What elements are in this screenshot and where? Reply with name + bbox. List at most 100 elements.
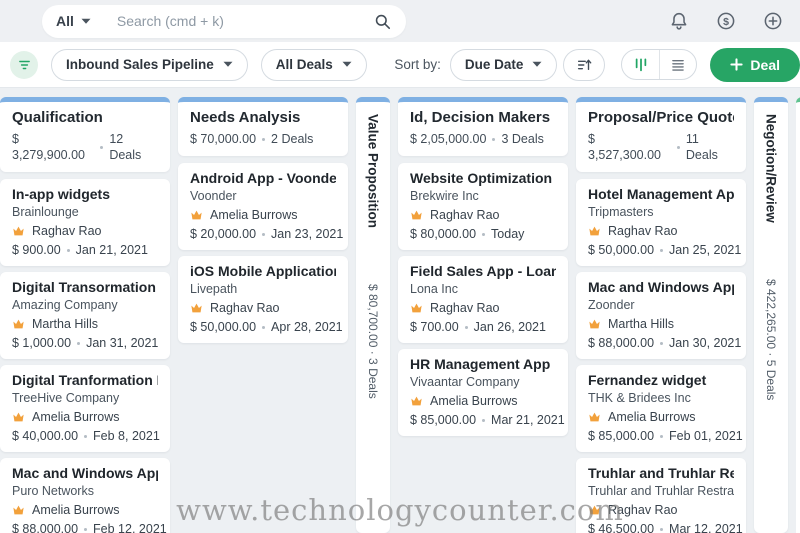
currency-icon[interactable]: $ <box>715 10 737 32</box>
deal-company: Livepath <box>190 282 238 296</box>
crown-icon <box>191 303 202 313</box>
deal-owner: Raghav Rao <box>410 207 556 223</box>
svg-text:$: $ <box>723 16 729 28</box>
deal-company: Amazing Company <box>12 298 118 312</box>
deal-amount-row: $ 20,000.00 Jan 23, 2021 <box>190 227 343 242</box>
bell-icon[interactable] <box>668 10 690 32</box>
crown-icon <box>411 210 422 220</box>
deal-company: TreeHive Company <box>12 391 120 405</box>
column-header[interactable]: Proposal/Price Quote $ 3,527,300.00 11 Dea… <box>576 97 746 172</box>
deal-owner: Martha Hills <box>12 316 158 332</box>
deal-card[interactable]: Website Optimization Pr... Brekwire Inc Ra… <box>398 163 568 250</box>
deal-card[interactable]: Mac and Windows App f... Puro Networks Ame… <box>0 458 170 533</box>
deal-owner-name: Amelia Burrows <box>32 503 120 517</box>
deal-due-date: Feb 8, 2021 <box>93 429 160 443</box>
global-search-box[interactable]: All <box>42 4 406 38</box>
dot-separator <box>262 137 266 141</box>
dot-separator <box>100 145 104 149</box>
deal-owner-name: Amelia Burrows <box>608 410 696 424</box>
deal-card[interactable]: Fernandez widget THK & Bridees Inc Amelia … <box>576 365 746 452</box>
deal-amount: $ 40,000.00 <box>12 429 79 443</box>
deal-due-date: Feb 01, 2021 <box>669 429 743 443</box>
kanban-view-icon <box>635 58 647 72</box>
kanban-column: Id, Decision Makers $ 2,05,000.00 3 Deals W… <box>398 97 568 533</box>
sort-field-dropdown[interactable]: Due Date <box>449 48 558 81</box>
pipeline-filter-label: Inbound Sales Pipeline <box>66 57 214 72</box>
deal-amount: $ 85,000.00 <box>588 429 655 443</box>
crown-icon <box>589 319 600 329</box>
card-list: Hotel Management App Tripmasters Raghav Ra… <box>576 179 746 533</box>
deal-amount-row: $ 88,000.00 Jan 30, 2021 <box>588 336 741 351</box>
deal-owner: Raghav Rao <box>190 300 336 316</box>
filter-button[interactable] <box>10 50 38 79</box>
column-summary: $ 3,279,900.00 12 Deals <box>12 131 158 163</box>
deal-owner: Amelia Burrows <box>190 207 336 223</box>
deal-owner-name: Martha Hills <box>32 317 98 331</box>
deal-amount-row: $ 50,000.00 Jan 25, 2021 <box>588 243 741 258</box>
deal-owner-name: Amelia Burrows <box>32 410 120 424</box>
kanban-column-collapsed[interactable]: Negotion/Review $ 422,265.00 · 5 Deals <box>754 97 788 533</box>
deal-card[interactable]: In-app widgets Brainlounge Raghav Rao $ 900… <box>0 179 170 266</box>
deal-title: In-app widgets <box>12 186 110 202</box>
deal-owner: Martha Hills <box>588 316 734 332</box>
deal-card[interactable]: Digital Tranformation Pr... TreeHive Comp… <box>0 365 170 452</box>
deal-title: Hotel Management App <box>588 186 734 202</box>
deal-amount-row: $ 50,000.00 Apr 28, 2021 <box>190 320 343 335</box>
deal-card[interactable]: Field Sales App - Loana Inc Lona Inc Ragha… <box>398 256 568 343</box>
kanban-column-collapsed[interactable]: Value Proposition $ 80,700.00 · 3 Deals <box>356 97 390 533</box>
list-view-button[interactable] <box>659 50 696 79</box>
deal-due-date: Mar 21, 2021 <box>491 413 565 427</box>
deal-card[interactable]: Hotel Management App Tripmasters Raghav Ra… <box>576 179 746 266</box>
search-scope-label: All <box>56 13 74 29</box>
deal-due-date: Feb 12, 2021 <box>93 522 167 533</box>
sort-field-label: Due Date <box>464 57 524 72</box>
dot-separator <box>660 342 664 345</box>
crown-icon <box>589 226 600 236</box>
deal-amount: $ 1,000.00 <box>12 336 72 350</box>
column-deal-count: 12 Deals <box>109 132 142 162</box>
deal-owner: Raghav Rao <box>410 300 556 316</box>
crown-icon <box>13 505 24 515</box>
deal-amount-row: $ 700.00 Jan 26, 2021 <box>410 320 556 335</box>
deal-owner: Amelia Burrows <box>588 409 734 425</box>
deal-amount: $ 80,000.00 <box>410 227 477 241</box>
deal-card[interactable]: HR Management App Vivaantar Company Amelia… <box>398 349 568 436</box>
deal-card[interactable]: Digital Transormation fo... Amazing Compa… <box>0 272 170 359</box>
column-header[interactable]: Id, Decision Makers $ 2,05,000.00 3 Deals <box>398 97 568 156</box>
column-deal-count: 3 Deals <box>501 132 544 146</box>
column-title: Proposal/Price Quote <box>588 109 734 126</box>
column-amount: $ 70,000.00 <box>190 132 257 146</box>
deal-amount-row: $ 85,000.00 Mar 21, 2021 <box>410 413 565 428</box>
deal-card[interactable]: Truhlar and Truhlar Rest... Truhlar and T… <box>576 458 746 533</box>
pipeline-filter-dropdown[interactable]: Inbound Sales Pipeline <box>51 48 248 81</box>
deals-filter-dropdown[interactable]: All Deals <box>260 48 367 81</box>
kanban-column-partial[interactable] <box>796 97 800 533</box>
search-scope-dropdown[interactable]: All <box>56 13 91 29</box>
deal-amount-row: $ 88,000.00 Feb 12, 2021 <box>12 522 167 533</box>
deal-card[interactable]: Android App - Voonder Voonder Amelia Burro… <box>178 163 348 250</box>
create-deal-button[interactable]: Deal <box>710 47 800 82</box>
dot-separator <box>66 249 70 252</box>
search-icon[interactable] <box>373 12 392 31</box>
dot-separator <box>84 435 88 438</box>
deal-card[interactable]: Mac and Windows App Zoonder Martha Hills $ … <box>576 272 746 359</box>
deal-amount: $ 20,000.00 <box>190 227 257 241</box>
column-summary: $ 80,700.00 · 3 Deals <box>366 284 380 399</box>
sort-order-button[interactable] <box>563 48 606 81</box>
deal-title: Android App - Voonder <box>190 170 336 186</box>
deal-title: Digital Tranformation Pr... <box>12 372 158 388</box>
dot-separator <box>77 342 81 345</box>
deal-company: Puro Networks <box>12 484 94 498</box>
add-circle-icon[interactable] <box>762 10 784 32</box>
dot-separator <box>262 326 266 329</box>
deals-filter-label: All Deals <box>275 57 333 72</box>
deal-due-date: Jan 23, 2021 <box>271 227 344 241</box>
column-header[interactable]: Needs Analysis $ 70,000.00 2 Deals <box>178 97 348 156</box>
deal-card[interactable]: iOS Mobile Applications... Livepath Raghav… <box>178 256 348 343</box>
deal-title: HR Management App <box>410 356 551 372</box>
kanban-view-button[interactable] <box>622 50 659 79</box>
search-input[interactable] <box>116 13 373 29</box>
deal-company: Zoonder <box>588 298 635 312</box>
column-header[interactable]: Qualification $ 3,279,900.00 12 Deals <box>0 97 170 172</box>
sort-by-label: Sort by: <box>394 57 441 72</box>
